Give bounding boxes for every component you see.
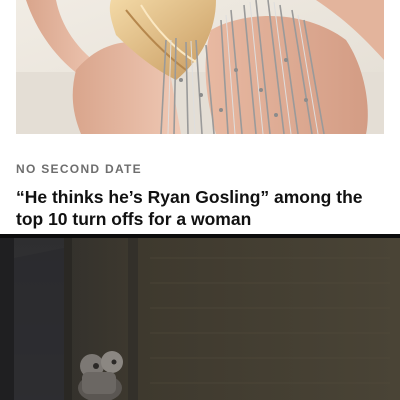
article-headline[interactable]: “He thinks he’s Ryan Gosling” among the …: [16, 186, 388, 230]
video-still: [0, 238, 400, 400]
video-frame[interactable]: [0, 238, 400, 400]
page: NO SECOND DATE “He thinks he’s Ryan Gosl…: [0, 0, 400, 400]
hero-photo: [16, 0, 384, 134]
article-kicker[interactable]: NO SECOND DATE: [16, 162, 142, 176]
article-hero-image[interactable]: [16, 0, 384, 134]
